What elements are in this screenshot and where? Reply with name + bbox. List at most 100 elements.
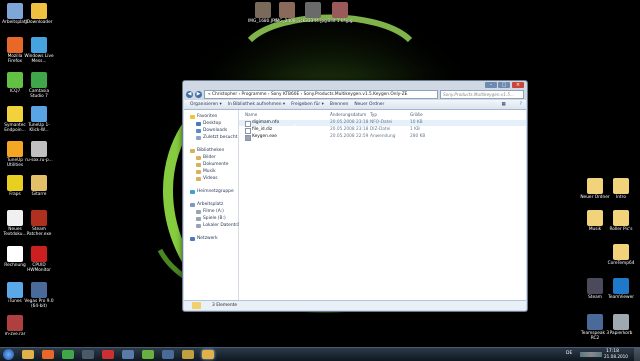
file-row[interactable]: file_id.diz 20.05.2008 23:18 DIZ-Datei 1 KB xyxy=(239,127,526,134)
nav-pictures[interactable]: Bilder xyxy=(196,155,216,160)
nav-videos[interactable]: Videos xyxy=(196,176,218,181)
taskbar-app-icon[interactable] xyxy=(162,350,174,359)
desktop-icon-label: JDownloader xyxy=(25,20,53,25)
file-type: DIZ-Datei xyxy=(370,127,391,132)
star-icon xyxy=(190,114,195,119)
share-button[interactable]: Freigeben für ▾ xyxy=(291,102,324,107)
column-header-size[interactable]: Größe xyxy=(410,112,423,117)
desktop-icon-left-15[interactable]: CPUID HWMonitor xyxy=(24,246,54,273)
file-row[interactable]: digimam.nfo 20.05.2008 23:18 NFO-Datei 10 K… xyxy=(239,120,526,127)
desktop-icon-left-11[interactable]: Gitarre xyxy=(24,175,54,197)
minimize-button[interactable]: – xyxy=(485,82,497,88)
taskbar-explorer-active-icon[interactable] xyxy=(202,350,214,359)
nav-downloads[interactable]: Downloads xyxy=(196,128,227,133)
new-folder-button[interactable]: Neuer Ordner xyxy=(354,102,384,107)
taskbar-explorer-icon[interactable] xyxy=(22,350,34,359)
desktop-shortcut-icon xyxy=(7,106,23,122)
help-icon[interactable]: ? xyxy=(520,102,522,107)
address-bar-row: ◀ ▶ « Christopher › Programme › Sony KTB… xyxy=(186,89,524,99)
desktop-shortcut-icon xyxy=(31,246,47,262)
nav-drive-a[interactable]: Filme (A:) xyxy=(196,209,224,214)
taskbar-app-icon[interactable] xyxy=(182,350,194,359)
desktop-icon-left-17[interactable]: Vegas Pro 9.0 (64-bit) xyxy=(24,282,54,309)
nav-music[interactable]: Musik xyxy=(196,169,216,174)
start-button[interactable] xyxy=(3,349,14,360)
desktop-icon-right-8[interactable]: Papierkorb xyxy=(606,314,636,336)
column-header-date[interactable]: Änderungsdatum xyxy=(330,112,366,117)
desktop-icon-label: CoreTemp64 xyxy=(607,261,635,266)
taskbar-app-icon[interactable] xyxy=(122,350,134,359)
nav-documents[interactable]: Dokumente xyxy=(196,162,228,167)
nav-libraries[interactable]: Bibliotheken xyxy=(190,148,224,153)
nav-homegroup[interactable]: Heimnetzgruppe xyxy=(190,189,234,194)
nav-desktop[interactable]: Desktop xyxy=(196,121,221,126)
desktop-icon-left-7[interactable]: TuneUp 1-Klick-W... xyxy=(24,106,54,133)
desktop-icon-right-4[interactable]: CoreTemp64 xyxy=(606,244,636,266)
desktop-icon-right-1[interactable]: Intro xyxy=(606,178,636,200)
pictures-icon xyxy=(196,155,201,160)
desktop-icon-left-5[interactable]: Camtasia Studio 7 xyxy=(24,72,54,99)
desktop-icon-label: Vegas Pro 9.0 (64-bit) xyxy=(24,299,54,309)
desktop-shortcut-icon xyxy=(613,178,629,194)
desktop-icon-label: Roller Pic's xyxy=(609,227,633,232)
nav-network[interactable]: Netzwerk xyxy=(190,236,218,241)
desktop-shortcut-icon xyxy=(587,314,603,330)
desktop-icon-label: TuneUp 1-Klick-W... xyxy=(28,123,50,133)
network-icon xyxy=(190,236,195,241)
nav-computer[interactable]: Arbeitsplatz xyxy=(190,202,223,207)
details-pane: 3 Elemente xyxy=(184,300,526,310)
nav-favorites[interactable]: Favoriten xyxy=(190,114,217,119)
back-arrow-icon[interactable]: ◀ xyxy=(186,90,193,98)
drive-icon xyxy=(196,209,201,214)
taskbar: DE 17:18 21.08.2010 xyxy=(0,347,640,361)
close-button[interactable]: × xyxy=(512,82,524,88)
desktop-shortcut-icon xyxy=(587,278,603,294)
taskbar-steam-icon[interactable] xyxy=(82,350,94,359)
desktop-icon-left-13[interactable]: Steam Patcher.exe xyxy=(24,210,54,237)
taskbar-app-icon[interactable] xyxy=(102,350,114,359)
folder-icon xyxy=(192,302,201,309)
desktop-icon-left-9[interactable]: ru-sox.ru-p... xyxy=(24,141,54,163)
desktop-shortcut-icon xyxy=(31,72,47,88)
desktop-shortcut-icon xyxy=(31,210,47,226)
forward-arrow-icon[interactable]: ▶ xyxy=(195,90,202,98)
tray-icons[interactable] xyxy=(580,352,602,357)
desktop-icon-label: ick33344.jpg xyxy=(299,19,327,24)
column-header-type[interactable]: Typ xyxy=(370,112,377,117)
maximize-button[interactable]: □ xyxy=(498,82,510,88)
application-icon xyxy=(245,135,251,141)
organize-button[interactable]: Organisieren ▾ xyxy=(190,102,222,107)
desktop-icon-left-3[interactable]: Windows Live Mess... xyxy=(24,37,54,64)
desktop-icon-right-6[interactable]: TeamViewer xyxy=(606,278,636,300)
desktop-icon-top-2[interactable]: ick33344.jpg xyxy=(298,2,328,24)
file-size: 1 KB xyxy=(410,127,420,132)
nav-recent[interactable]: Zuletzt besucht xyxy=(196,135,237,140)
navigation-pane: Favoriten Desktop Downloads Zuletzt besu… xyxy=(184,110,247,301)
clock-date[interactable]: 21.08.2010 xyxy=(604,354,628,359)
desktop-shortcut-icon xyxy=(7,210,23,226)
desktop-icon-left-1[interactable]: JDownloader xyxy=(24,3,54,25)
title-bar[interactable] xyxy=(183,81,527,89)
taskbar-firefox-icon[interactable] xyxy=(42,350,54,359)
desktop-icon-label: ru-sox.ru-p... xyxy=(25,158,53,163)
include-library-button[interactable]: In Bibliothek aufnehmen ▾ xyxy=(228,102,285,107)
downloads-icon xyxy=(196,128,201,133)
burn-button[interactable]: Brennen xyxy=(330,102,348,107)
file-list: Name Änderungsdatum Typ Größe digimam.nf… xyxy=(239,110,526,301)
search-input[interactable]: Sony.Products.Multikeygen.v1.5... xyxy=(440,89,524,99)
breadcrumb[interactable]: « Christopher › Programme › Sony KTB60E … xyxy=(204,89,438,99)
desktop-icon-right-3[interactable]: Roller Pic's xyxy=(606,210,636,232)
desktop-icon-left-18[interactable]: m-zve.rar xyxy=(0,315,30,337)
file-name: digimam.nfo xyxy=(252,120,280,125)
taskbar-app-icon[interactable] xyxy=(142,350,154,359)
documents-icon xyxy=(196,162,201,167)
file-row[interactable]: Keygen.exe 20.05.2008 22:59 Anwendung 280 K… xyxy=(239,134,526,141)
explorer-window[interactable]: – □ × ◀ ▶ « Christopher › Programme › So… xyxy=(182,80,528,312)
view-options-icon[interactable]: ▦ xyxy=(502,102,506,107)
nav-drive-b[interactable]: Spiele (B:) xyxy=(196,216,226,221)
column-header-name[interactable]: Name xyxy=(245,112,257,117)
taskbar-app-icon[interactable] xyxy=(62,350,74,359)
show-desktop-button[interactable] xyxy=(634,348,640,361)
desktop-icon-top-3[interactable]: Bild 1.kf.jpg xyxy=(325,2,355,24)
language-indicator[interactable]: DE xyxy=(566,351,572,356)
